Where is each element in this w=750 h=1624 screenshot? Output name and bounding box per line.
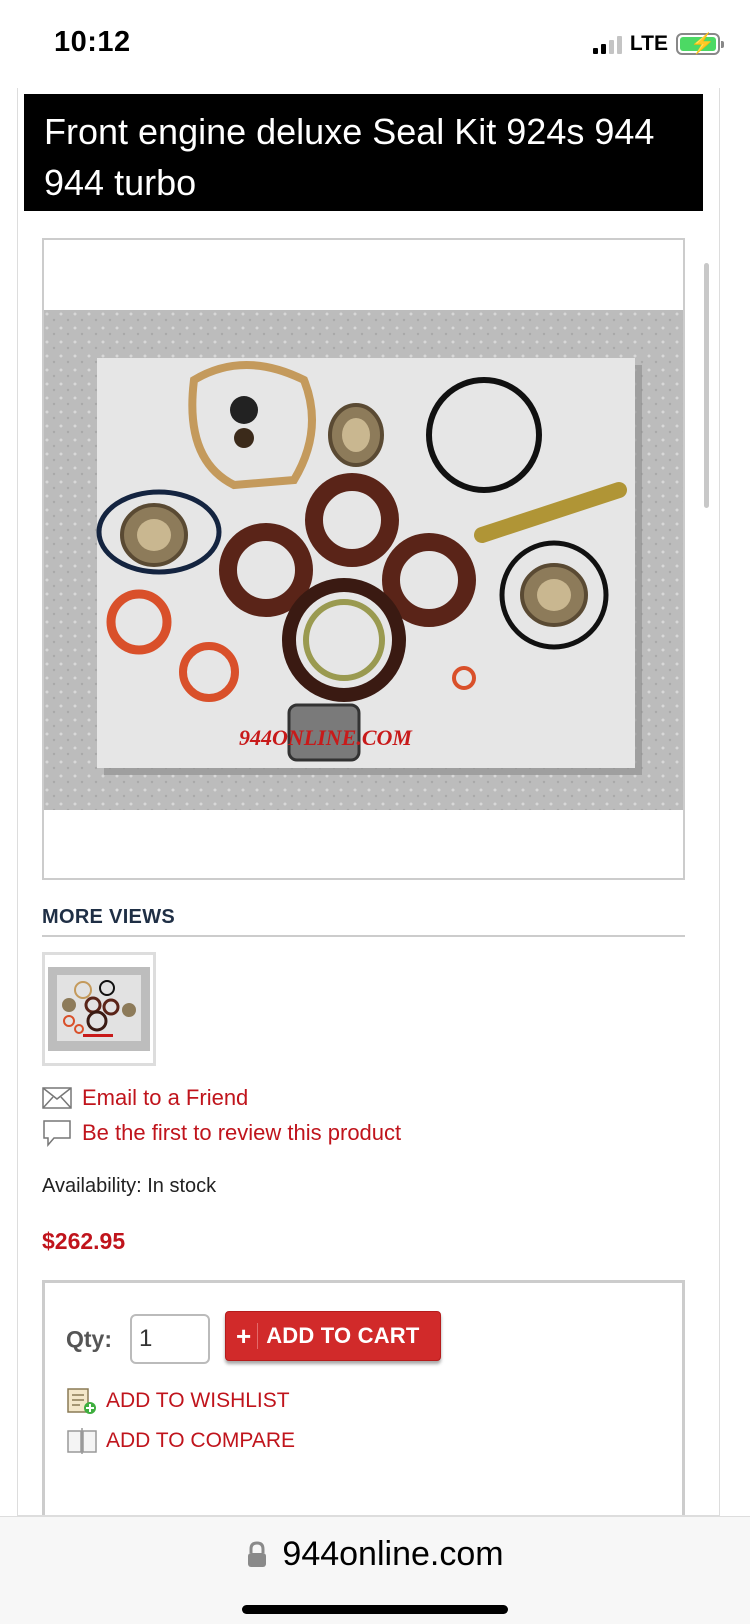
product-title-bar: Front engine deluxe Seal Kit 924s 944 94… bbox=[24, 94, 703, 211]
product-image[interactable]: 944ONLINE.COM bbox=[44, 310, 683, 810]
speech-bubble-icon bbox=[43, 1120, 71, 1147]
battery-icon: ⚡ bbox=[676, 33, 724, 55]
product-image-frame[interactable]: 944ONLINE.COM bbox=[42, 238, 685, 880]
add-to-wishlist-link[interactable]: ADD TO WISHLIST bbox=[66, 1387, 290, 1415]
more-views-header: MORE VIEWS bbox=[42, 906, 685, 937]
add-to-wishlist-label[interactable]: ADD TO WISHLIST bbox=[106, 1389, 290, 1413]
scrollbar[interactable] bbox=[704, 263, 709, 508]
product-price: $262.95 bbox=[42, 1228, 126, 1254]
seal-kit-photo: 944ONLINE.COM bbox=[44, 310, 683, 810]
availability-text: Availability: In stock bbox=[42, 1175, 217, 1197]
web-page: Front engine deluxe Seal Kit 924s 944 94… bbox=[17, 88, 720, 1516]
plus-icon: + bbox=[236, 1323, 259, 1349]
add-to-cart-button[interactable]: + ADD TO CART bbox=[225, 1311, 441, 1361]
add-to-cart-label: ADD TO CART bbox=[266, 1323, 420, 1348]
email-friend-label[interactable]: Email to a Friend bbox=[82, 1085, 248, 1111]
status-bar: 10:12 LTE ⚡ bbox=[0, 0, 750, 88]
add-to-compare-label[interactable]: ADD TO COMPARE bbox=[106, 1429, 295, 1453]
signal-icon bbox=[592, 34, 622, 54]
add-to-compare-link[interactable]: ADD TO COMPARE bbox=[66, 1427, 295, 1455]
image-watermark: 944ONLINE.COM bbox=[239, 725, 413, 750]
more-views-title: MORE VIEWS bbox=[42, 906, 176, 928]
review-label[interactable]: Be the first to review this product bbox=[82, 1120, 401, 1146]
url-text[interactable]: 944online.com bbox=[282, 1535, 503, 1574]
add-to-cart-box: Qty: + ADD TO CART ADD TO WISHLIST bbox=[42, 1280, 685, 1515]
status-indicators: LTE ⚡ bbox=[592, 32, 724, 56]
review-link[interactable]: Be the first to review this product bbox=[42, 1119, 401, 1147]
qty-label: Qty: bbox=[66, 1326, 112, 1352]
url-display[interactable]: 944online.com bbox=[0, 1535, 750, 1574]
browser-address-bar: 944online.com bbox=[0, 1516, 750, 1624]
product-title: Front engine deluxe Seal Kit 924s 944 94… bbox=[44, 111, 655, 203]
envelope-icon bbox=[42, 1087, 72, 1109]
lock-icon bbox=[248, 1540, 267, 1567]
wishlist-icon bbox=[67, 1388, 96, 1414]
thumbnail-photo bbox=[45, 955, 153, 1063]
status-time: 10:12 bbox=[54, 26, 131, 58]
email-friend-link[interactable]: Email to a Friend bbox=[42, 1085, 248, 1111]
compare-icon bbox=[67, 1428, 97, 1454]
home-indicator[interactable] bbox=[242, 1605, 508, 1614]
network-label: LTE bbox=[629, 32, 668, 55]
product-thumbnail[interactable] bbox=[42, 952, 156, 1066]
qty-input[interactable] bbox=[130, 1314, 210, 1364]
